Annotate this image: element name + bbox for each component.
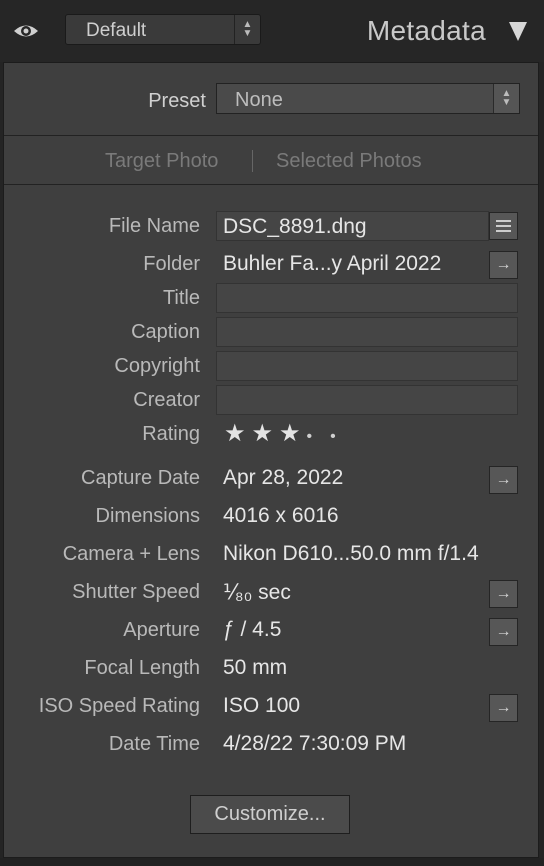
shutter-speed-label: Shutter Speed — [72, 581, 200, 603]
target-section: Target Photo Selected Photos — [4, 136, 538, 185]
arrow-right-icon[interactable]: → — [489, 694, 518, 722]
iso-label: ISO Speed Rating — [38, 695, 200, 717]
metadata-view-value: Default — [86, 20, 147, 41]
empty-star-dot-icon[interactable]: • — [307, 428, 331, 445]
arrow-right-icon[interactable]: → — [489, 466, 518, 494]
list-icon[interactable] — [489, 212, 518, 240]
camera-lens-value: Nikon D610...50.0 mm f/1.4 — [223, 542, 479, 565]
capture-date-label: Capture Date — [81, 467, 200, 489]
panel-header: Default ▲ ▼ Metadata — [0, 0, 544, 62]
folder-value: Buhler Fa...y April 2022 — [223, 252, 442, 275]
panel-title[interactable]: Metadata — [367, 15, 486, 47]
title-label: Title — [162, 287, 200, 309]
file-name-value: DSC_8891.dng — [223, 215, 367, 238]
metadata-panel-window: Default ▲ ▼ Metadata Preset None ▲ ▼ Targe… — [0, 0, 544, 866]
aperture-label: Aperture — [123, 619, 200, 641]
target-photo-toggle[interactable]: Target Photo — [105, 150, 218, 173]
rating-stars[interactable]: ★★★•• — [224, 419, 354, 448]
empty-star-dot-icon[interactable]: • — [330, 428, 354, 445]
shutter-speed-value: ⅟₈₀ sec — [223, 581, 291, 604]
selected-photos-toggle[interactable]: Selected Photos — [276, 150, 422, 173]
dimensions-label: Dimensions — [95, 505, 200, 527]
capture-date-value: Apr 28, 2022 — [223, 466, 344, 489]
file-name-field[interactable]: DSC_8891.dng — [216, 211, 489, 241]
eye-icon[interactable] — [12, 20, 40, 42]
target-divider — [252, 150, 253, 172]
rating-label: Rating — [142, 423, 200, 445]
copyright-label: Copyright — [114, 355, 200, 377]
bottom-strip — [0, 858, 544, 866]
metadata-view-select[interactable]: Default ▲ ▼ — [65, 14, 261, 45]
preset-value: None — [235, 89, 283, 111]
copyright-field[interactable] — [216, 351, 518, 381]
stepper-arrows-icon: ▲ ▼ — [234, 15, 260, 44]
triangle-down-icon[interactable] — [509, 22, 527, 41]
focal-length-label: Focal Length — [84, 657, 200, 679]
file-name-label: File Name — [108, 215, 200, 237]
metadata-panel-body: Preset None ▲ ▼ Target Photo Selected Pho… — [3, 62, 539, 858]
focal-length-value: 50 mm — [223, 656, 288, 679]
preset-dropdown[interactable]: None ▲ ▼ — [216, 83, 520, 114]
caption-field[interactable] — [216, 317, 518, 347]
date-time-value: 4/28/22 7:30:09 PM — [223, 732, 407, 755]
aperture-value: ƒ / 4.5 — [223, 618, 282, 641]
folder-label: Folder — [143, 253, 200, 275]
camera-lens-label: Camera + Lens — [62, 543, 200, 565]
arrow-right-icon[interactable]: → — [489, 251, 518, 279]
iso-value: ISO 100 — [223, 694, 301, 717]
caption-label: Caption — [131, 321, 200, 343]
arrow-right-icon[interactable]: → — [489, 580, 518, 608]
star-icon[interactable]: ★ — [279, 420, 307, 447]
creator-label: Creator — [133, 389, 200, 411]
creator-field[interactable] — [216, 385, 518, 415]
dimensions-value: 4016 x 6016 — [223, 504, 339, 527]
title-field[interactable] — [216, 283, 518, 313]
arrow-right-icon[interactable]: → — [489, 618, 518, 646]
preset-section: Preset None ▲ ▼ — [4, 63, 538, 136]
star-icon[interactable]: ★ — [224, 420, 252, 447]
customize-button[interactable]: Customize... — [190, 795, 350, 834]
preset-label: Preset — [148, 90, 206, 112]
stepper-arrows-icon: ▲ ▼ — [493, 84, 519, 113]
star-icon[interactable]: ★ — [252, 420, 280, 447]
date-time-label: Date Time — [108, 733, 200, 755]
